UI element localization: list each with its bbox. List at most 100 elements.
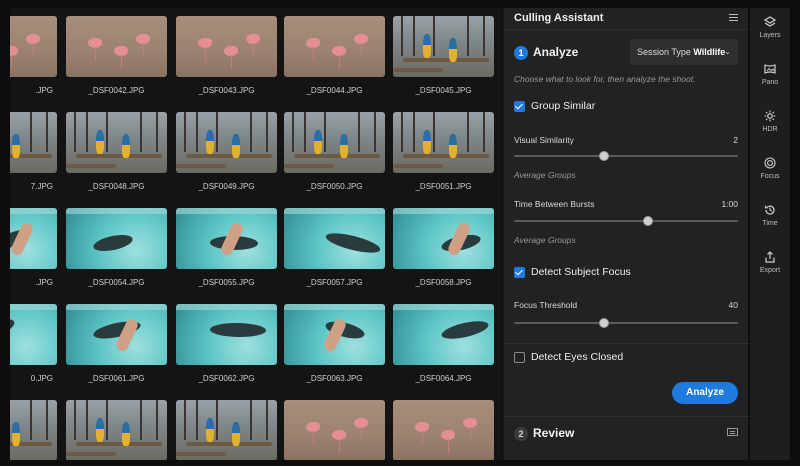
thumbnail-image[interactable] bbox=[176, 208, 277, 269]
thumbnail-cell[interactable]: _DSF0055.JPG bbox=[176, 198, 280, 294]
thumbnail-cell[interactable]: _DSF0063.JPG bbox=[284, 294, 388, 390]
visual-similarity-thumb[interactable] bbox=[598, 151, 609, 161]
thumbnail-image[interactable] bbox=[393, 112, 494, 173]
thumbnail-cell[interactable]: 7.JPG bbox=[10, 102, 60, 198]
export-icon bbox=[765, 251, 775, 263]
parrot-figure bbox=[122, 422, 130, 446]
thumbnail-image[interactable] bbox=[10, 16, 57, 77]
thumbnail-image[interactable] bbox=[10, 400, 57, 460]
visual-similarity-label: Visual Similarity bbox=[514, 135, 574, 145]
hdr-icon bbox=[764, 110, 776, 122]
flamingo-leg bbox=[470, 427, 471, 441]
step-2-title[interactable]: Review bbox=[533, 426, 574, 440]
flamingo-leg bbox=[361, 427, 362, 441]
thumbnail-image[interactable] bbox=[176, 400, 277, 460]
tool-export[interactable]: Export bbox=[750, 247, 790, 287]
thumbnail-cell[interactable]: _DSF0044.JPG bbox=[284, 8, 388, 102]
parrot-figure bbox=[96, 130, 104, 154]
thumbnail-cell[interactable] bbox=[393, 390, 497, 460]
thumbnail-cell[interactable] bbox=[10, 390, 60, 460]
glass-edge bbox=[176, 304, 277, 310]
thumbnail-cell[interactable]: _DSF0057.JPG bbox=[284, 198, 388, 294]
tree-trunk bbox=[401, 16, 403, 56]
tool-rail: Layers Pano HDR Focus Time Export bbox=[750, 8, 790, 460]
thumbnail-image[interactable] bbox=[284, 400, 385, 460]
thumbnail-image[interactable] bbox=[10, 208, 57, 269]
thumbnail-filename: _DSF0064.JPG bbox=[415, 374, 472, 383]
thumbnail-image[interactable] bbox=[284, 208, 385, 269]
time-between-bursts-hint: Average Groups bbox=[514, 235, 576, 245]
menu-icon[interactable] bbox=[729, 14, 738, 22]
thumbnail-cell[interactable]: 0.JPG bbox=[10, 294, 60, 390]
tool-layers[interactable]: Layers bbox=[750, 12, 790, 52]
tool-pano[interactable]: Pano bbox=[750, 59, 790, 99]
thumbnail-image[interactable] bbox=[284, 16, 385, 77]
thumbnail-cell[interactable]: .JPG bbox=[10, 8, 60, 102]
flamingo-leg bbox=[33, 43, 34, 57]
thumbnail-image[interactable] bbox=[176, 16, 277, 77]
tool-hdr[interactable]: HDR bbox=[750, 106, 790, 146]
tree-trunk bbox=[266, 112, 268, 152]
detect-subject-focus-check[interactable] bbox=[514, 267, 525, 278]
thumbnail-image[interactable] bbox=[393, 208, 494, 269]
thumbnail-cell[interactable]: _DSF0049.JPG bbox=[176, 102, 280, 198]
tree-trunk bbox=[292, 112, 294, 152]
thumbnail-image[interactable] bbox=[66, 400, 167, 460]
history-icon bbox=[764, 205, 775, 215]
thumbnail-image[interactable] bbox=[284, 304, 385, 365]
thumbnail-image[interactable] bbox=[176, 304, 277, 365]
flamingo-leg bbox=[11, 55, 12, 69]
group-similar-check[interactable] bbox=[514, 101, 525, 112]
thumbnail-image[interactable] bbox=[66, 208, 167, 269]
visual-similarity-slider[interactable] bbox=[514, 151, 738, 161]
thumbnail-image[interactable] bbox=[284, 112, 385, 173]
tool-label: Focus bbox=[760, 173, 780, 180]
session-type-dropdown[interactable]: Session Type Wildlife ⌄ bbox=[630, 39, 738, 65]
thumbnail-cell[interactable]: _DSF0062.JPG bbox=[176, 294, 280, 390]
thumbnail-cell[interactable] bbox=[66, 390, 170, 460]
tool-time[interactable]: Time bbox=[750, 200, 790, 240]
thumbnail-image[interactable] bbox=[66, 16, 167, 77]
thumbnail-cell[interactable]: _DSF0048.JPG bbox=[66, 102, 170, 198]
detect-eyes-closed-check[interactable] bbox=[514, 352, 525, 363]
thumbnail-image[interactable] bbox=[10, 112, 57, 173]
thumbnail-cell[interactable]: _DSF0051.JPG bbox=[393, 102, 497, 198]
thumbnail-image[interactable] bbox=[10, 304, 57, 365]
step-1-title[interactable]: Analyze bbox=[533, 45, 578, 59]
thumbnail-image[interactable] bbox=[176, 112, 277, 173]
tree-trunk bbox=[324, 112, 326, 152]
tree-trunk bbox=[184, 400, 186, 440]
thumbnail-filename: _DSF0054.JPG bbox=[88, 278, 145, 287]
thumbnail-cell[interactable]: _DSF0058.JPG bbox=[393, 198, 497, 294]
thumbnail-cell[interactable]: _DSF0042.JPG bbox=[66, 8, 170, 102]
sea-lion-figure bbox=[324, 229, 382, 257]
thumbnail-filename: .JPG bbox=[35, 86, 53, 95]
tree-trunk bbox=[467, 16, 469, 56]
thumbnail-cell[interactable] bbox=[176, 390, 280, 460]
thumbnail-image[interactable] bbox=[66, 304, 167, 365]
thumbnail-cell[interactable] bbox=[284, 390, 388, 460]
thumbnail-cell[interactable]: _DSF0043.JPG bbox=[176, 8, 280, 102]
keyboard-icon[interactable] bbox=[727, 428, 738, 436]
thumbnail-image[interactable] bbox=[393, 304, 494, 365]
glass-edge bbox=[284, 208, 385, 214]
tool-focus[interactable]: Focus bbox=[750, 153, 790, 193]
tree-trunk bbox=[140, 112, 142, 152]
thumbnail-cell[interactable]: .JPG bbox=[10, 198, 60, 294]
thumbnail-grid[interactable]: .JPG _DSF0042.JPG _DSF0043.JPG _DSF0044.JPG… bbox=[10, 8, 502, 460]
focus-threshold-thumb[interactable] bbox=[598, 318, 609, 328]
thumbnail-image[interactable] bbox=[393, 16, 494, 77]
thumbnail-image[interactable] bbox=[66, 112, 167, 173]
focus-threshold-slider[interactable] bbox=[514, 318, 738, 328]
thumbnail-cell[interactable]: _DSF0045.JPG bbox=[393, 8, 497, 102]
thumbnail-cell[interactable]: _DSF0050.JPG bbox=[284, 102, 388, 198]
time-between-bursts-thumb[interactable] bbox=[643, 216, 654, 226]
thumbnail-cell[interactable]: _DSF0061.JPG bbox=[66, 294, 170, 390]
time-between-bursts-slider[interactable] bbox=[514, 216, 738, 226]
thumbnail-cell[interactable]: _DSF0054.JPG bbox=[66, 198, 170, 294]
thumbnail-cell[interactable]: _DSF0064.JPG bbox=[393, 294, 497, 390]
focus-threshold-label: Focus Threshold bbox=[514, 300, 578, 310]
thumbnail-image[interactable] bbox=[393, 400, 494, 460]
tree-trunk bbox=[467, 112, 469, 152]
analyze-button[interactable]: Analyze bbox=[672, 382, 738, 404]
